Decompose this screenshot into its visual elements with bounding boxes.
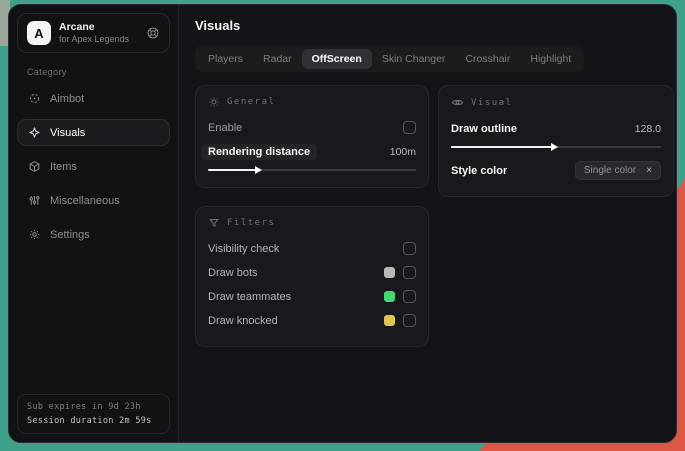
draw-outline-label: Draw outline <box>451 122 518 135</box>
sidebar-item-label: Visuals <box>50 126 86 139</box>
cube-icon <box>28 160 41 173</box>
visibility-check-label: Visibility check <box>208 242 280 255</box>
draw-knocked-label: Draw knocked <box>208 314 278 327</box>
style-color-label: Style color <box>451 164 508 177</box>
rendering-distance-value: 100m <box>389 145 416 158</box>
panel-title: General <box>227 97 276 107</box>
close-icon[interactable]: × <box>646 165 652 176</box>
draw-knocked-checkbox[interactable] <box>403 314 416 327</box>
sliders-icon <box>28 194 41 207</box>
panel-title: Filters <box>227 218 276 228</box>
style-color-value: Single color <box>583 165 637 176</box>
tab-highlight[interactable]: Highlight <box>520 49 581 69</box>
main-content: Visuals Players Radar OffScreen Skin Cha… <box>179 5 676 442</box>
enable-row: Enable <box>208 117 416 138</box>
app-name: Arcane <box>59 21 95 33</box>
visibility-check-row: Visibility check <box>208 238 416 259</box>
tab-players[interactable]: Players <box>198 49 253 69</box>
sidebar: A Arcane for Apex Legends Category Aimbo… <box>9 5 179 442</box>
app-header: A Arcane for Apex Legends <box>17 13 170 54</box>
panel-general: General Enable Rendering distance 100m <box>195 85 429 188</box>
sidebar-item-visuals[interactable]: Visuals <box>17 119 170 147</box>
sidebar-item-label: Aimbot <box>50 92 85 105</box>
session-duration-text: Session duration 2m 59s <box>27 416 152 426</box>
crosshair-icon <box>28 92 41 105</box>
panel-filters: Filters Visibility check Draw bots Draw … <box>195 206 429 347</box>
visibility-check-checkbox[interactable] <box>403 242 416 255</box>
slider-thumb[interactable] <box>255 166 262 174</box>
sidebar-item-miscellaneous[interactable]: Miscellaneous <box>17 187 170 214</box>
lifebuoy-icon[interactable] <box>146 26 160 40</box>
sidebar-item-items[interactable]: Items <box>17 153 170 180</box>
tab-crosshair[interactable]: Crosshair <box>455 49 520 69</box>
draw-bots-color-swatch[interactable] <box>384 267 395 278</box>
draw-teammates-row: Draw teammates <box>208 286 416 307</box>
draw-bots-label: Draw bots <box>208 266 258 279</box>
draw-knocked-color-swatch[interactable] <box>384 315 395 326</box>
page-title: Visuals <box>195 18 241 33</box>
rendering-distance-row: Rendering distance 100m <box>201 141 416 162</box>
app-subtitle: for Apex Legends <box>59 34 130 45</box>
draw-teammates-label: Draw teammates <box>208 290 292 303</box>
app-window: A Arcane for Apex Legends Category Aimbo… <box>8 4 677 443</box>
sidebar-item-label: Settings <box>50 228 90 241</box>
slider-thumb[interactable] <box>551 143 558 151</box>
style-color-row: Style color Single color × <box>451 160 661 181</box>
desktop-background: A Arcane for Apex Legends Category Aimbo… <box>0 0 685 451</box>
sidebar-item-label: Miscellaneous <box>50 194 120 207</box>
sidebar-item-label: Items <box>50 160 77 173</box>
rendering-distance-slider[interactable] <box>208 165 416 175</box>
tab-skin-changer[interactable]: Skin Changer <box>372 49 456 69</box>
panel-title: Visual <box>471 97 513 108</box>
enable-label: Enable <box>208 121 243 134</box>
style-color-select[interactable]: Single color × <box>574 161 661 180</box>
panel-visual: Visual Draw outline 128.0 Style color Si… <box>438 85 674 197</box>
draw-outline-value: 128.0 <box>634 122 661 135</box>
app-logo: A <box>27 21 51 46</box>
category-label: Category <box>27 67 67 78</box>
gear-icon <box>28 228 41 241</box>
rendering-distance-label: Rendering distance <box>201 143 318 160</box>
sidebar-item-aimbot[interactable]: Aimbot <box>17 85 170 112</box>
enable-checkbox[interactable] <box>403 121 416 134</box>
draw-bots-checkbox[interactable] <box>403 266 416 279</box>
draw-bots-row: Draw bots <box>208 262 416 283</box>
sun-icon <box>208 96 220 108</box>
draw-outline-slider[interactable] <box>451 142 661 152</box>
tab-offscreen[interactable]: OffScreen <box>301 49 372 69</box>
tab-bar: Players Radar OffScreen Skin Changer Cro… <box>195 46 585 72</box>
funnel-icon <box>208 217 220 229</box>
draw-outline-row: Draw outline 128.0 <box>451 118 661 139</box>
sub-expiry-text: Sub expires in 9d 23h <box>27 402 141 412</box>
eye-icon <box>451 96 464 109</box>
sparkle-icon <box>28 126 41 139</box>
tab-radar[interactable]: Radar <box>253 49 302 69</box>
draw-teammates-color-swatch[interactable] <box>384 291 395 302</box>
sidebar-item-settings[interactable]: Settings <box>17 221 170 248</box>
subscription-info: Sub expires in 9d 23h Session duration 2… <box>17 394 170 434</box>
draw-teammates-checkbox[interactable] <box>403 290 416 303</box>
draw-knocked-row: Draw knocked <box>208 310 416 331</box>
